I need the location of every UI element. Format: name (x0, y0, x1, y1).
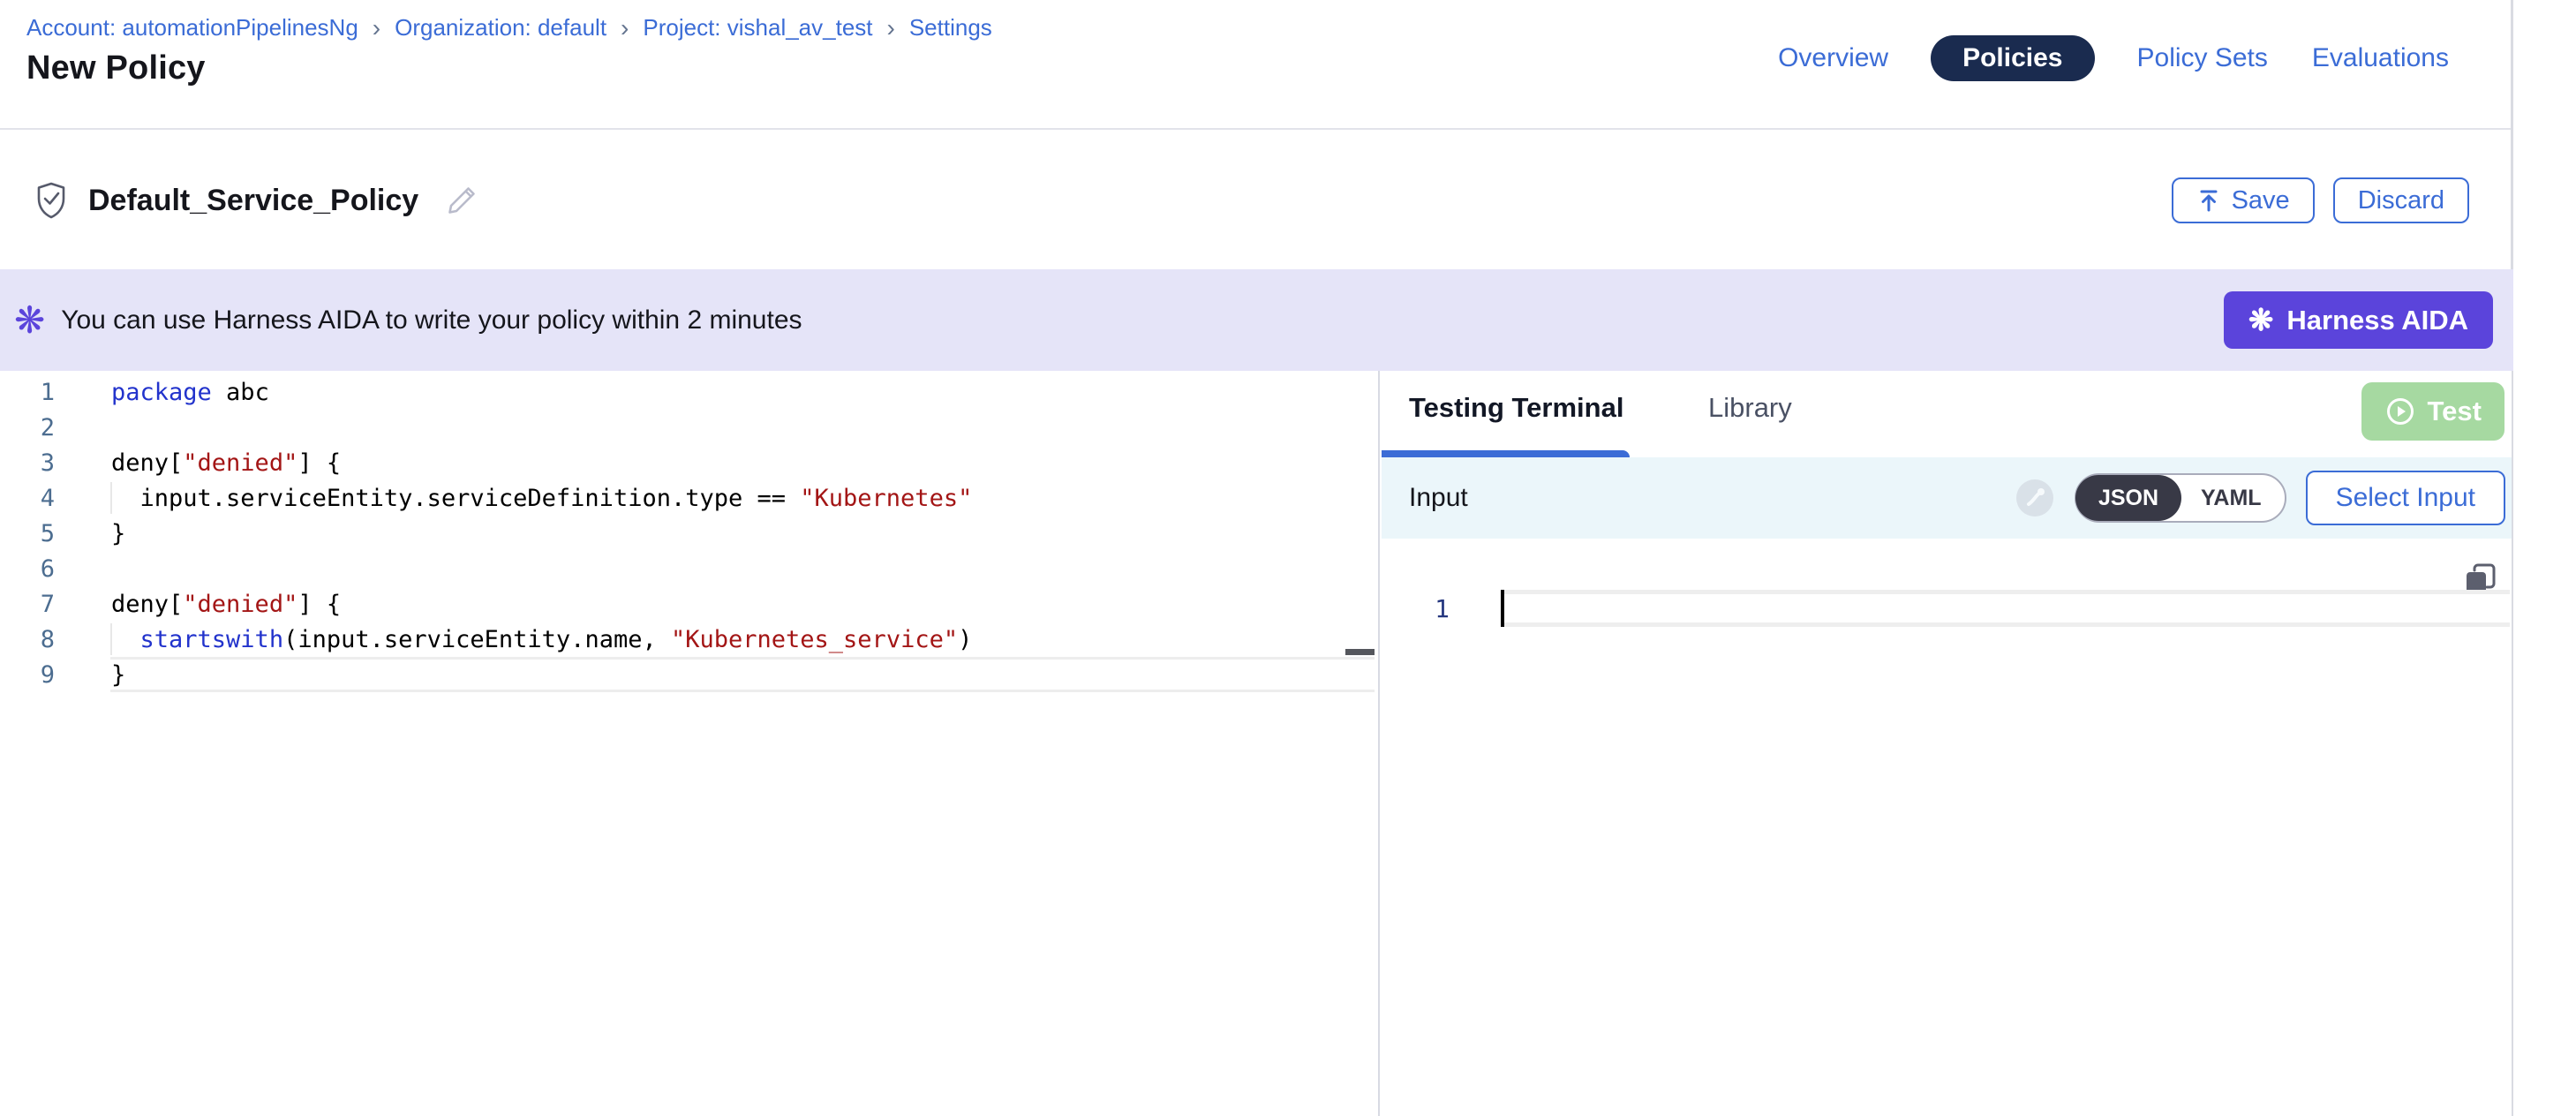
chevron-right-icon: › (887, 17, 895, 40)
code-line[interactable]: 1 package abc (0, 374, 1375, 410)
policy-code-editor[interactable]: 1 package abc 2 3 deny["denied"] { 4 inp… (0, 371, 1380, 1116)
nav-item-evaluations[interactable]: Evaluations (2310, 43, 2451, 73)
indent-guide (110, 482, 112, 514)
indent-guide (110, 623, 112, 655)
code-line[interactable]: 3 deny["denied"] { (0, 445, 1375, 480)
chevron-right-icon: › (621, 17, 629, 40)
policy-toolbar: Default_Service_Policy (0, 132, 2511, 269)
breadcrumb-organization[interactable]: Organization: default (395, 14, 606, 41)
discard-button-label: Discard (2358, 186, 2444, 215)
line-number: 4 (0, 485, 55, 512)
code-line[interactable]: 9 } (0, 657, 1375, 692)
select-input-button[interactable]: Select Input (2306, 471, 2505, 525)
breadcrumb-project[interactable]: Project: vishal_av_test (643, 14, 872, 41)
discard-button[interactable]: Discard (2333, 177, 2469, 223)
code-line-content: deny["denied"] { (55, 591, 341, 618)
upload-icon (2196, 188, 2221, 213)
input-current-line-highlight[interactable] (1501, 590, 2510, 627)
code-line[interactable]: 4 input.serviceEntity.serviceDefinition.… (0, 480, 1375, 516)
active-tab-underline (1382, 450, 1630, 457)
input-header-bar: Input JSON YAML Select Input (1382, 457, 2512, 539)
code-line[interactable]: 5 } (0, 516, 1375, 551)
aida-banner-message-group: ❋ You can use Harness AIDA to write your… (14, 269, 802, 371)
nav-item-policy-sets[interactable]: Policy Sets (2135, 43, 2270, 73)
breadcrumb-account[interactable]: Account: automationPipelinesNg (26, 14, 358, 41)
save-button-label: Save (2232, 186, 2290, 215)
code-line-content: } (55, 520, 125, 547)
input-title: Input (1409, 483, 1468, 513)
aida-flower-icon: ❋ (14, 302, 45, 339)
format-option-json[interactable]: JSON (2075, 475, 2181, 521)
code-line[interactable]: 2 (0, 410, 1375, 445)
chevron-right-icon: › (373, 17, 380, 40)
toolbar-actions: Save Discard (2172, 177, 2469, 223)
input-header-controls: JSON YAML Select Input (2015, 471, 2505, 525)
code-line-content: input.serviceEntity.serviceDefinition.ty… (55, 485, 972, 512)
harness-aida-button-label: Harness AIDA (2286, 305, 2468, 336)
play-circle-icon (2384, 396, 2416, 427)
line-number: 7 (0, 591, 55, 618)
testing-tabs-row: Testing Terminal Library Test (1382, 371, 2512, 457)
line-number: 1 (0, 379, 55, 406)
content-frame: Account: automationPipelinesNg › Organiz… (0, 0, 2513, 1116)
code-lines: 1 package abc 2 3 deny["denied"] { 4 inp… (0, 374, 1375, 692)
line-number: 8 (0, 626, 55, 653)
pencil-edit-icon[interactable] (445, 184, 478, 217)
input-line-number: 1 (1382, 594, 1450, 623)
nav-item-overview[interactable]: Overview (1776, 43, 1890, 73)
aida-banner-message: You can use Harness AIDA to write your p… (61, 305, 802, 336)
code-line-content: } (55, 661, 125, 689)
page-header: Account: automationPipelinesNg › Organiz… (0, 0, 2511, 130)
tab-library[interactable]: Library (1708, 392, 1792, 424)
code-line-content: package abc (55, 379, 269, 406)
breadcrumb: Account: automationPipelinesNg › Organiz… (26, 14, 992, 41)
policy-name: Default_Service_Policy (88, 184, 418, 218)
shield-check-icon (34, 181, 69, 220)
faded-circle-icon (2015, 478, 2055, 518)
code-line-content: startswith(input.serviceEntity.name, "Ku… (55, 626, 972, 653)
format-option-yaml[interactable]: YAML (2181, 486, 2281, 511)
policy-editor-page: Account: automationPipelinesNg › Organiz… (0, 0, 2576, 1116)
page-title: New Policy (26, 49, 206, 87)
line-number: 9 (0, 661, 55, 689)
aida-banner: ❋ You can use Harness AIDA to write your… (0, 269, 2513, 371)
policy-identity: Default_Service_Policy (34, 132, 478, 269)
text-cursor (1501, 590, 1504, 627)
code-line-content: deny["denied"] { (55, 449, 341, 477)
code-line[interactable]: 7 deny["denied"] { (0, 586, 1375, 622)
testing-panel: Testing Terminal Library Test Input (1382, 371, 2512, 1116)
line-number: 5 (0, 520, 55, 547)
save-button[interactable]: Save (2172, 177, 2315, 223)
line-number: 3 (0, 449, 55, 477)
line-number: 6 (0, 555, 55, 583)
breadcrumb-settings[interactable]: Settings (909, 14, 992, 41)
aida-flower-icon: ❋ (2248, 305, 2274, 336)
line-number: 2 (0, 414, 55, 441)
format-toggle: JSON YAML (2075, 473, 2286, 523)
nav-item-policies[interactable]: Policies (1931, 35, 2094, 81)
code-line[interactable]: 6 (0, 551, 1375, 586)
input-editor-line[interactable]: 1 (1382, 590, 2510, 627)
test-button-label: Test (2428, 396, 2482, 427)
harness-aida-button[interactable]: ❋ Harness AIDA (2224, 291, 2493, 349)
header-nav: Overview Policies Policy Sets Evaluation… (1776, 35, 2451, 81)
test-button[interactable]: Test (2361, 382, 2504, 441)
code-line[interactable]: 8 startswith(input.serviceEntity.name, "… (0, 622, 1375, 657)
tab-testing-terminal[interactable]: Testing Terminal (1409, 392, 1623, 424)
